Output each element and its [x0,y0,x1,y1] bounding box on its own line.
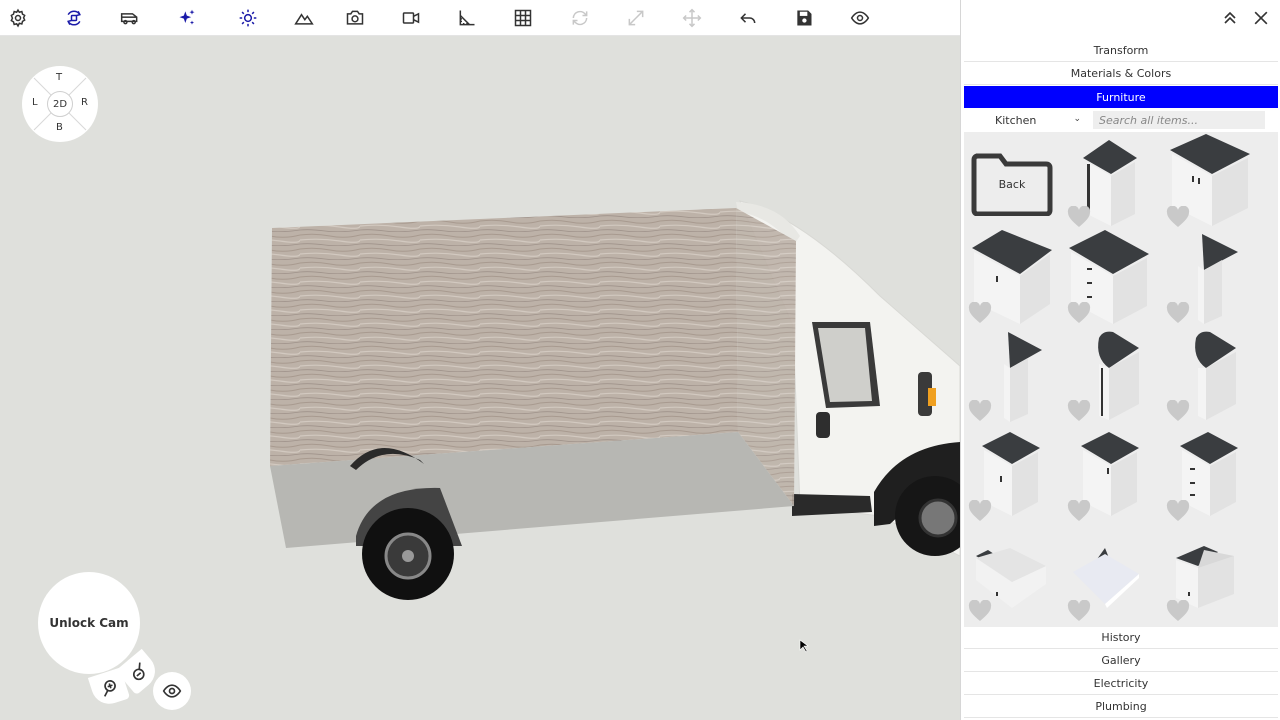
camera-icon[interactable] [343,6,367,30]
collapse-up-icon[interactable] [1218,6,1242,30]
furniture-item[interactable] [1164,134,1260,230]
furniture-item[interactable] [1164,428,1260,524]
van-icon[interactable] [118,6,142,30]
favorite-heart-icon[interactable] [1166,600,1190,622]
undo-icon[interactable] [736,6,760,30]
orientation-widget: T L R B 2D [22,66,98,142]
3d-viewport[interactable]: T L R B 2D Unlock Cam [0,36,960,720]
furniture-item[interactable] [1065,134,1161,230]
section-materials-colors[interactable]: Materials & Colors [964,63,1278,85]
favorite-heart-icon[interactable] [1067,600,1091,622]
search-input[interactable] [1093,111,1265,129]
panel-header [961,0,1280,36]
category-select-value: Kitchen [995,113,1037,127]
view-left-button[interactable]: L [32,97,38,108]
close-icon[interactable] [1249,6,1273,30]
favorite-heart-icon[interactable] [1067,400,1091,422]
section-gallery[interactable]: Gallery [964,650,1278,672]
furniture-item[interactable] [1065,230,1161,326]
category-select[interactable]: Kitchen ⌄ [967,111,1087,129]
view-top-button[interactable]: T [56,72,62,83]
section-furniture[interactable]: Furniture [964,86,1278,108]
favorite-heart-icon[interactable] [1067,302,1091,324]
furniture-item[interactable] [1065,528,1161,624]
furniture-item[interactable] [966,230,1062,326]
furniture-grid: Back [964,132,1278,628]
back-label: Back [998,178,1026,191]
furniture-item[interactable] [1164,328,1260,424]
section-electricity[interactable]: Electricity [964,673,1278,695]
eye-icon [162,684,182,698]
refresh-icon[interactable] [568,6,592,30]
grid-icon[interactable] [511,6,535,30]
furniture-item[interactable] [1164,230,1260,326]
sparkles-icon[interactable] [175,6,199,30]
favorite-heart-icon[interactable] [1166,400,1190,422]
rotate-object-icon[interactable] [62,6,86,30]
section-transform[interactable]: Transform [964,40,1278,62]
expand-icon[interactable] [624,6,648,30]
furniture-item[interactable] [966,428,1062,524]
visibility-button[interactable] [153,672,191,710]
favorite-heart-icon[interactable] [1166,500,1190,522]
furniture-item[interactable] [966,328,1062,424]
zoom-out-icon [132,662,145,681]
view-right-button[interactable]: R [81,97,88,108]
ruler-angle-icon[interactable] [455,6,479,30]
favorite-heart-icon[interactable] [968,600,992,622]
video-icon[interactable] [399,6,423,30]
top-toolbar [0,0,960,36]
gear-icon[interactable] [6,6,30,30]
section-plumbing[interactable]: Plumbing [964,696,1278,718]
view-2d-button[interactable]: 2D [47,91,73,117]
favorite-heart-icon[interactable] [968,302,992,324]
sun-icon[interactable] [236,6,260,30]
unlock-cam-button[interactable]: Unlock Cam [38,572,140,674]
furniture-item[interactable] [1164,528,1260,624]
save-icon[interactable] [792,6,816,30]
furniture-item[interactable] [1065,328,1161,424]
favorite-heart-icon[interactable] [1067,206,1091,228]
furniture-item[interactable] [966,528,1062,624]
zoom-in-icon [103,680,116,697]
back-folder-button[interactable]: Back [966,136,1062,232]
move-icon[interactable] [680,6,704,30]
furniture-item[interactable] [1065,428,1161,524]
chevron-down-icon: ⌄ [1073,114,1081,124]
view-bottom-button[interactable]: B [56,122,63,133]
side-panel: Transform Materials & Colors Furniture K… [960,0,1280,720]
van-3d-scene[interactable] [0,36,960,720]
eye-icon[interactable] [848,6,872,30]
terrain-icon[interactable] [292,6,316,30]
favorite-heart-icon[interactable] [1067,500,1091,522]
section-history[interactable]: History [964,627,1278,649]
favorite-heart-icon[interactable] [1166,302,1190,324]
favorite-heart-icon[interactable] [1166,206,1190,228]
favorite-heart-icon[interactable] [968,500,992,522]
favorite-heart-icon[interactable] [968,400,992,422]
